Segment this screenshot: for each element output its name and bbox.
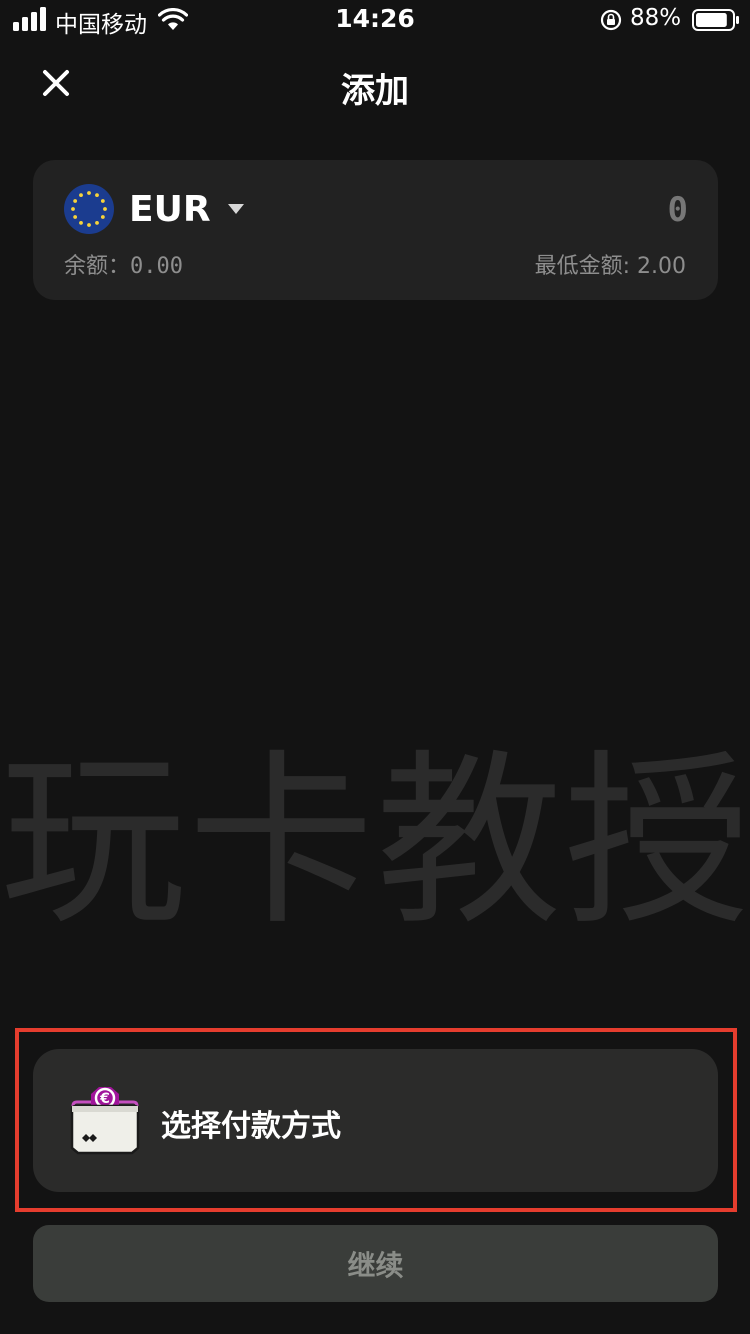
balance-value: 0.00 <box>130 254 183 279</box>
battery-percent: 88% <box>630 5 682 31</box>
svg-text:€: € <box>99 1091 110 1107</box>
continue-button[interactable]: 继续 <box>33 1225 718 1302</box>
caret-down-icon <box>227 204 244 214</box>
currency-amount-card: EUR 余额：0.00 最低金额: 2.00 <box>33 160 718 300</box>
rotation-lock-icon <box>600 9 622 31</box>
add-funds-screen: 中国移动 14:26 88% 添加 EUR 0 余额：0.00 最低金额: 2.… <box>0 0 750 1334</box>
select-payment-method-button[interactable]: € 选择付款方式 <box>33 1049 718 1192</box>
min-amount: 最低金额: 2.00 <box>534 254 686 279</box>
page-title: 添加 <box>341 71 409 111</box>
watermark: 玩卡教授 <box>0 733 750 950</box>
currency-selector[interactable]: EUR <box>129 184 245 234</box>
currency-code: EUR <box>129 188 211 230</box>
balance-row: 余额：0.00 <box>64 248 183 280</box>
balance-label: 余额： <box>64 254 131 279</box>
status-bar: 中国移动 14:26 88% <box>0 0 750 40</box>
payment-method-label: 选择付款方式 <box>161 1109 341 1144</box>
amount-input[interactable] <box>488 186 688 234</box>
battery-icon <box>692 9 739 31</box>
euro-wallet-icon: € <box>70 1087 140 1155</box>
eu-flag-icon <box>64 184 114 234</box>
